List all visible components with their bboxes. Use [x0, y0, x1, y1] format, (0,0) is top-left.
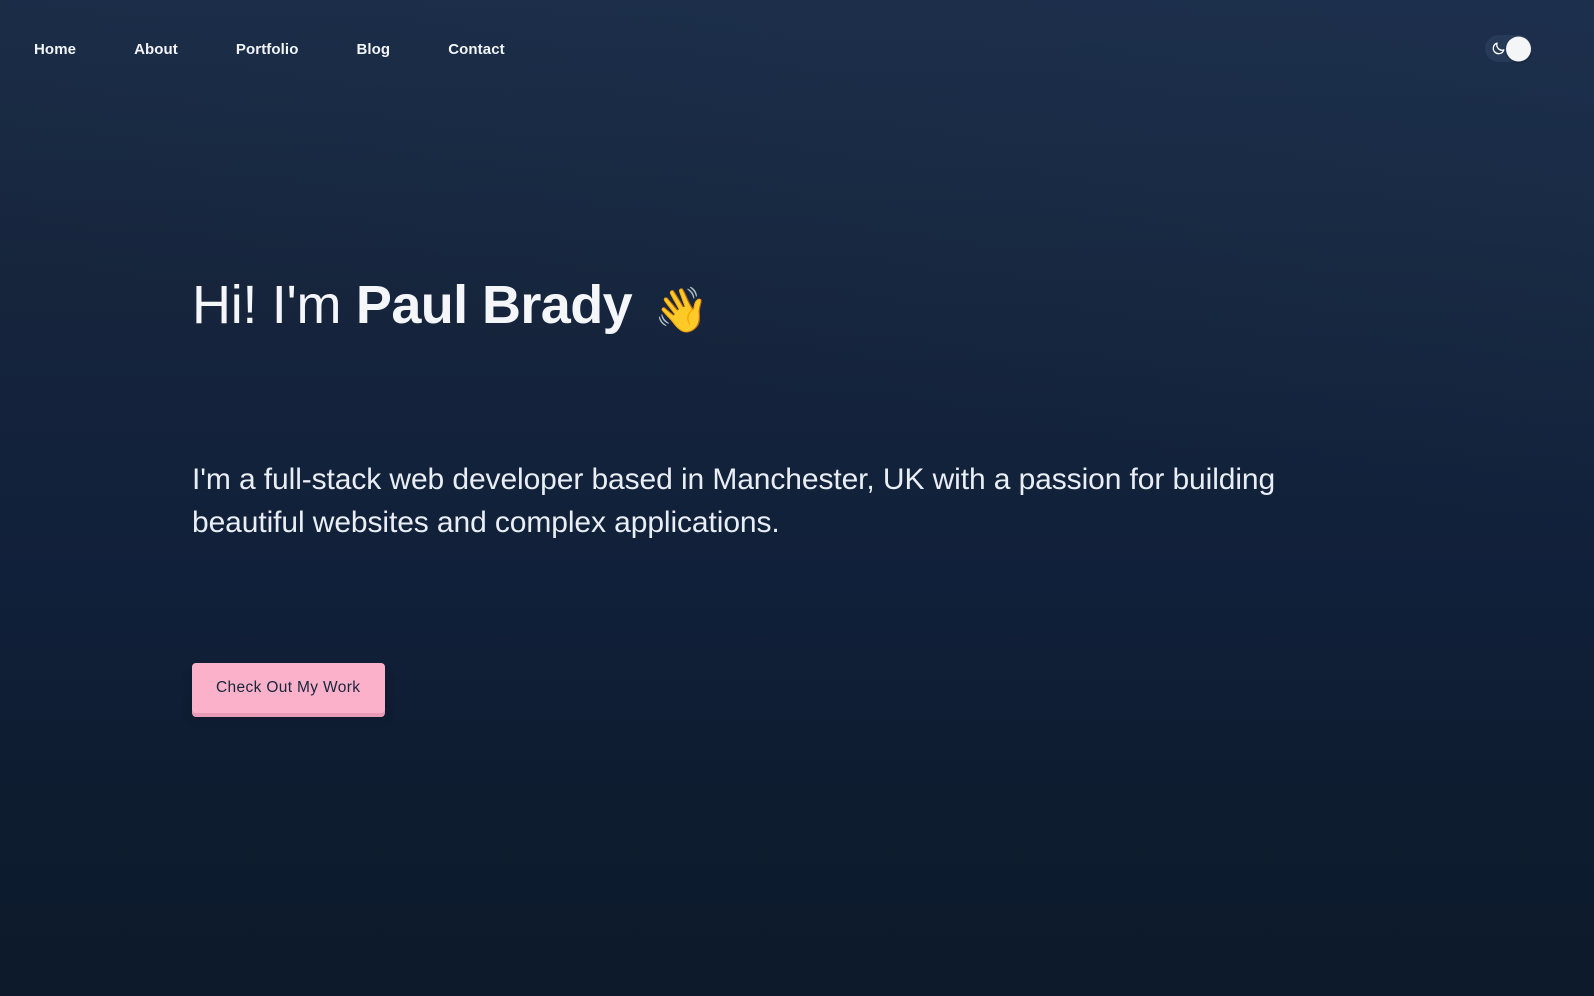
nav-item-portfolio[interactable]: Portfolio — [236, 35, 299, 64]
moon-icon — [1491, 41, 1506, 56]
hero-subtitle: I'm a full-stack web developer based in … — [192, 462, 1276, 540]
check-out-my-work-button[interactable]: Check Out My Work — [192, 662, 386, 713]
hero-greeting: Hi! I'm — [192, 275, 342, 335]
nav-item-home[interactable]: Home — [34, 35, 76, 64]
primary-navigation: Home About Portfolio Blog Contact — [34, 35, 505, 64]
page-root: Home About Portfolio Blog Contact Hi! I'… — [0, 0, 1594, 996]
hero-name: Paul Brady — [355, 275, 633, 335]
hero-heading: Hi! I'm Paul Brady 👋 — [192, 276, 1372, 335]
toggle-knob[interactable] — [1506, 36, 1531, 61]
hero-section: Hi! I'm Paul Brady 👋 I'm a full-stack web… — [192, 276, 1372, 713]
waving-hand-icon: 👋 — [654, 286, 709, 335]
nav-item-contact[interactable]: Contact — [448, 35, 505, 64]
dark-mode-toggle[interactable] — [1485, 35, 1532, 62]
nav-item-blog[interactable]: Blog — [356, 35, 390, 64]
nav-item-about[interactable]: About — [134, 35, 178, 64]
hero-cta-wrapper: Check Out My Work — [192, 662, 1372, 713]
site-header: Home About Portfolio Blog Contact — [0, 0, 1594, 97]
